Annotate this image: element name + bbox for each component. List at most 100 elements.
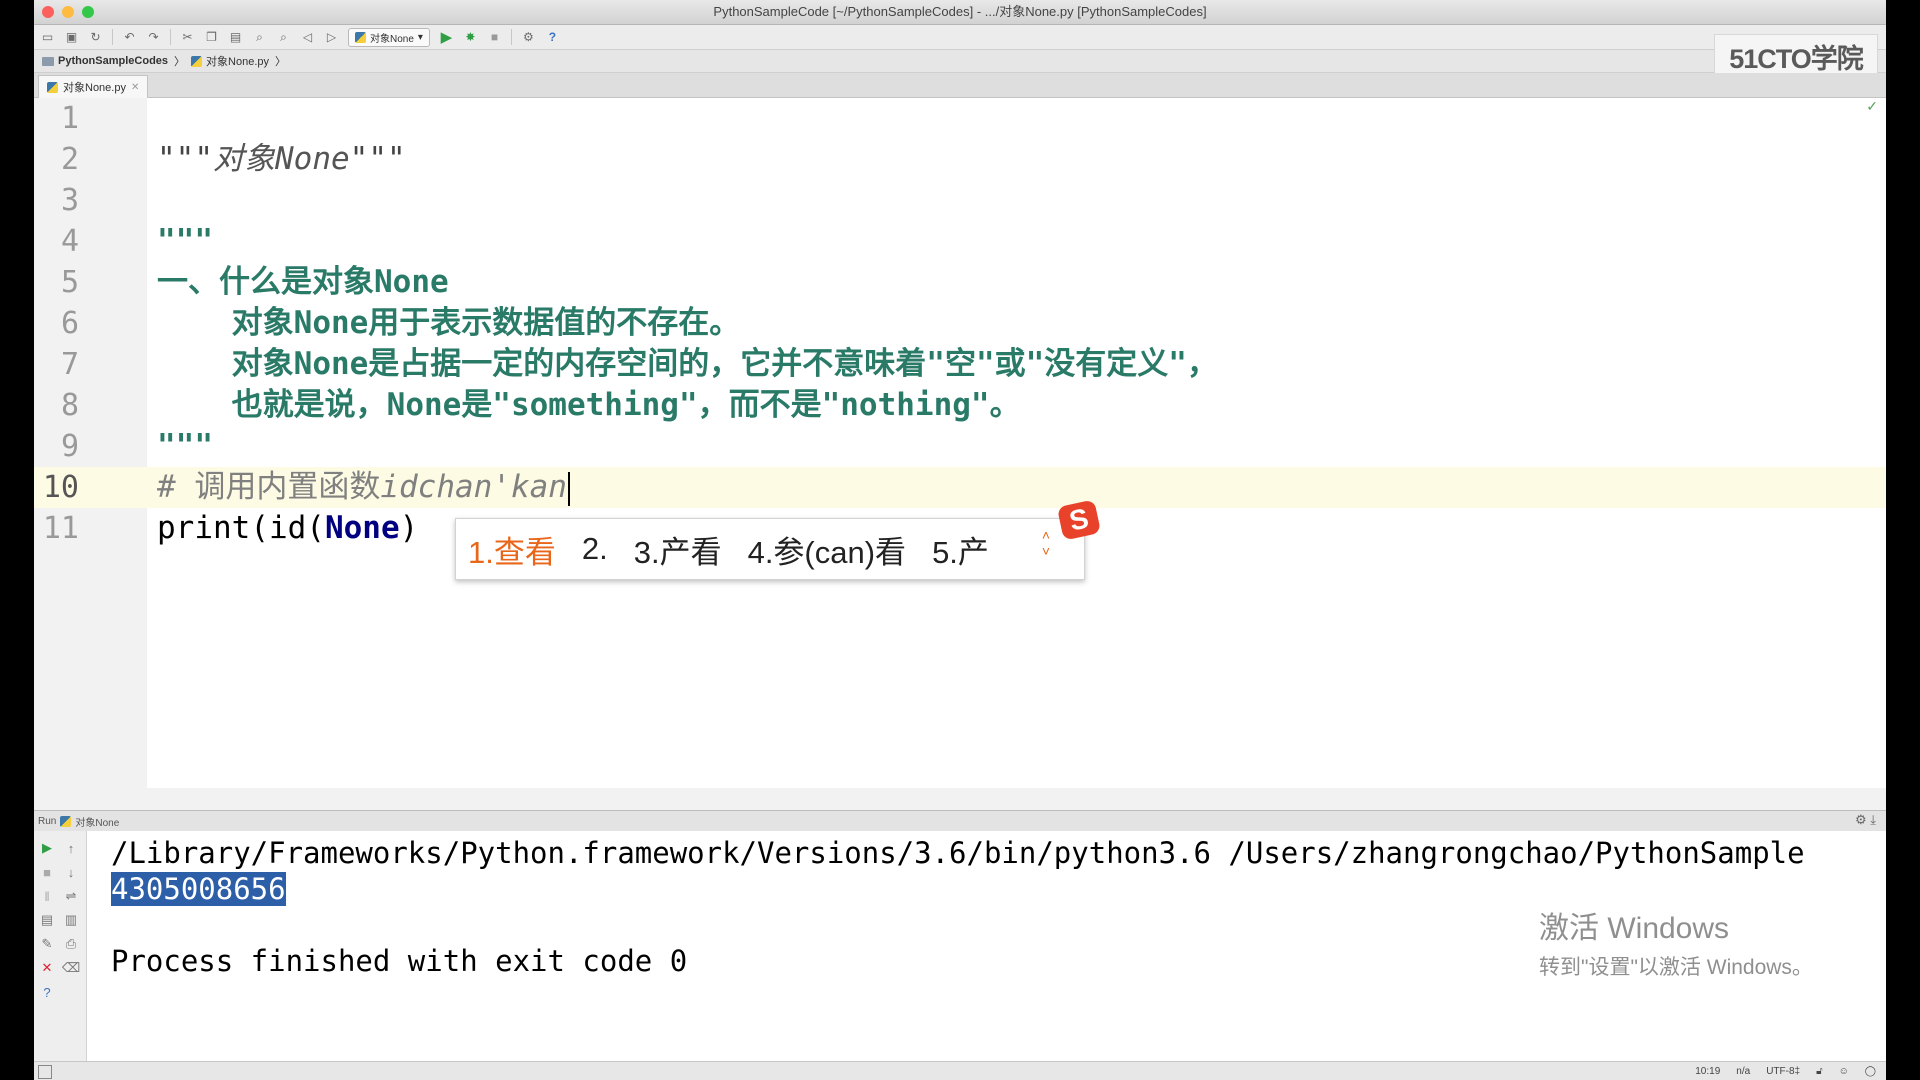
zoom-window-button[interactable] [82,6,94,18]
scroll-down-icon[interactable]: ↓ [62,863,80,881]
paste-icon[interactable]: ▤ [228,30,243,45]
ime-candidate[interactable]: 1.查看 [468,527,556,572]
lock-icon[interactable]: 🔓︎ [1816,1066,1822,1077]
code-line[interactable]: 4 """ [34,221,1886,262]
settings-icon[interactable]: ⚙ [521,30,536,45]
line-separator[interactable]: n/a [1736,1066,1750,1077]
selected-output-text[interactable]: 4305008656 [111,872,286,906]
chevron-right-icon: 〉 [174,56,186,68]
open-folder-icon[interactable]: ▭ [40,30,55,45]
sync-icon[interactable]: ↻ [88,30,103,45]
undo-icon[interactable]: ↶ [122,30,137,45]
close-tab-icon[interactable]: ✕ [131,82,139,93]
run-icon[interactable]: ▶ [439,29,454,46]
back-icon[interactable]: ◁ [300,30,315,45]
code-text: 也就是说，None是"something"，而不是"nothing"。 [157,387,1021,423]
code-text: 对象None用于表示数据值的不存在。 [157,305,741,341]
ime-candidate[interactable]: 4.参(can)看 [748,527,906,572]
ime-candidate[interactable]: 2. [582,531,608,567]
copy-icon[interactable]: ❐ [204,30,219,45]
file-encoding[interactable]: UTF-8‡ [1766,1066,1800,1077]
ime-composition-text: idchan'kan [380,469,567,505]
code-text: # 调用内置函数idchan'kan [157,467,570,508]
run-panel-title: Run [38,815,57,827]
folder-icon [42,56,54,66]
dump-threads-icon[interactable]: ▤ [38,911,56,929]
code-line[interactable]: 1 [34,98,1886,139]
run-config-name: 对象None [75,817,120,829]
toolbar-divider [170,29,171,45]
pause-icon[interactable]: ‖ [38,887,56,905]
scroll-up-icon[interactable]: ↑ [62,839,80,857]
rerun-icon[interactable]: ▶ [38,839,56,857]
code-line[interactable]: 2 """对象None""" [34,139,1886,180]
stop-icon[interactable]: ■ [38,863,56,881]
run-toolbar: ▶ ↑ ■ ↓ ‖ ⇌ ▤ ▥ ✎ ⎙ ⌫ ✕ ? [34,831,87,1061]
code-text: print(id(None) [157,510,419,546]
tab-object-none-py[interactable]: 对象None.py ✕ [38,75,149,98]
breadcrumb-file[interactable]: 对象None.py [191,53,269,69]
breadcrumb: PythonSampleCodes 〉 对象None.py 〉 [34,50,1886,73]
close-icon[interactable]: ✕ [38,959,56,977]
run-config-select[interactable]: 对象None ▾ [348,27,430,47]
print-output-icon[interactable]: ⎙ [62,935,80,953]
gear-icon[interactable]: ⚙ ⤓ [1855,812,1876,828]
code-line[interactable]: 7 对象None是占据一定的内存空间的，它并不意味着"空"或"没有定义"， [34,344,1886,385]
replace-icon[interactable]: ⌕ [276,30,291,45]
close-window-button[interactable] [42,6,54,18]
main-toolbar: ▭ ▣ ↻ ↶ ↷ ✂ ❐ ▤ ⌕ ⌕ ◁ ▷ 对象None ▾ ▶ ✸ ■ ⚙… [34,25,1886,50]
line-number: 5 [60,265,79,300]
watermark-line1: 激活 Windows [1539,912,1730,945]
code-line-current[interactable]: 10 # 调用内置函数idchan'kan [34,467,1886,508]
caret-position[interactable]: 10:19 [1695,1066,1720,1077]
stop-icon[interactable]: ■ [487,30,502,45]
code-line[interactable]: 5 一、什么是对象None [34,262,1886,303]
toolbar-divider [112,29,113,45]
code-line[interactable]: 8 也就是说，None是"something"，而不是"nothing"。 [34,385,1886,426]
event-log-icon[interactable]: ◯ [1865,1066,1876,1077]
cut-icon[interactable]: ✂ [180,30,195,45]
line-number: 2 [60,142,79,177]
pin-icon[interactable]: ✎ [38,935,56,953]
line-number: 3 [60,183,79,218]
inspector-icon[interactable]: ☺ [1839,1066,1849,1077]
chevron-down-icon: ▾ [417,31,423,43]
code-line[interactable]: 6 对象None用于表示数据值的不存在。 [34,303,1886,344]
code-line[interactable]: 3 [34,180,1886,221]
window-title: PythonSampleCode [~/PythonSampleCodes] -… [713,4,1207,19]
save-icon[interactable]: ▣ [64,30,79,45]
line-number: 8 [60,388,79,423]
minimize-window-button[interactable] [62,6,74,18]
title-bar: PythonSampleCode [~/PythonSampleCodes] -… [34,0,1886,25]
ime-candidate[interactable]: 5.产 [932,527,989,572]
line-number: 11 [42,511,79,546]
python-file-icon [355,31,366,43]
code-text: """ [157,223,213,259]
code-text: 一、什么是对象None [157,264,449,300]
help-icon[interactable]: ? [545,30,560,45]
find-icon[interactable]: ⌕ [252,30,267,45]
ime-candidate[interactable]: 3.产看 [634,527,722,572]
ime-page-arrows-icon[interactable]: ˄ ˅ [1042,527,1050,559]
help-icon[interactable]: ? [38,983,56,1001]
code-editor[interactable]: ✓ 1 2 """对象None""" 3 4 """ 5 一、什么是对象None… [34,98,1886,788]
forward-icon[interactable]: ▷ [324,30,339,45]
debug-icon[interactable]: ✸ [463,30,478,45]
line-number: 4 [60,224,79,259]
breadcrumb-project[interactable]: PythonSampleCodes [42,55,168,67]
windows-activation-watermark: 激活 Windows 转到"设置"以激活 Windows。 [1539,903,1813,981]
soft-wrap-icon[interactable]: ⇌ [62,887,80,905]
breadcrumb-project-label: PythonSampleCodes [58,55,169,67]
output-finish-line: Process finished with exit code 0 [111,944,688,978]
line-number: 1 [60,101,79,136]
tool-windows-icon[interactable] [38,1065,52,1079]
line-number: 6 [60,306,79,341]
code-line[interactable]: 9 """ [34,426,1886,467]
trash-icon[interactable]: ⌫ [62,959,80,977]
redo-icon[interactable]: ↷ [146,30,161,45]
print-icon[interactable]: ▥ [62,911,80,929]
tab-label: 对象None.py [63,82,126,94]
ide-window: PythonSampleCode [~/PythonSampleCodes] -… [34,0,1886,1080]
chevron-right-icon: 〉 [275,56,287,68]
code-text: """对象None""" [157,141,406,177]
